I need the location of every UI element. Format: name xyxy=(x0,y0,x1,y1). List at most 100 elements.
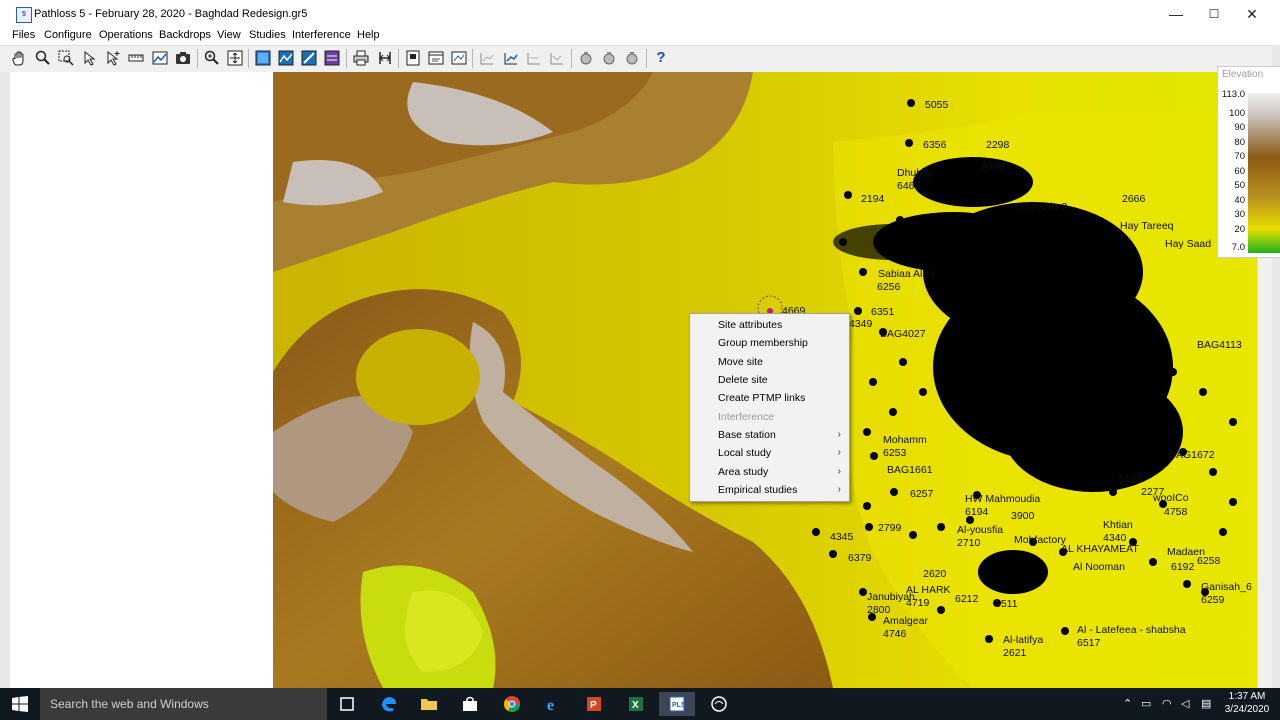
legend-tick: 100 xyxy=(1229,108,1245,119)
start-button[interactable] xyxy=(0,688,40,720)
minimize-button[interactable]: — xyxy=(1157,0,1195,28)
menu-item-label: Create PTMP links xyxy=(718,392,806,404)
menu-files[interactable]: Files xyxy=(12,29,35,41)
chrome-icon[interactable] xyxy=(494,692,530,716)
link-icon[interactable] xyxy=(377,50,393,66)
site-label: 4719 xyxy=(906,597,930,609)
menu-help[interactable]: Help xyxy=(357,29,380,41)
layer-2-icon[interactable] xyxy=(503,50,519,66)
zoom-window-icon[interactable] xyxy=(58,50,74,66)
chevron-up-icon[interactable]: ⌃ xyxy=(1123,697,1132,710)
site-label: 4758 xyxy=(1164,506,1188,518)
zoom-in-icon[interactable] xyxy=(204,50,220,66)
site-label: 2298 xyxy=(986,139,1010,151)
menu-operations[interactable]: Operations xyxy=(99,29,153,41)
menu-item-label: Group membership xyxy=(718,337,808,349)
pan-hand-icon[interactable] xyxy=(11,50,27,66)
svg-text:P: P xyxy=(590,700,597,711)
menu-configure[interactable]: Configure xyxy=(44,29,92,41)
menu-backdrops[interactable]: Backdrops xyxy=(159,29,211,41)
submenu-arrow-icon: › xyxy=(837,466,841,477)
toolbar-separator xyxy=(472,49,473,68)
menu-item-area-study[interactable]: Area study › xyxy=(690,463,849,481)
wifi-icon[interactable]: ◠ xyxy=(1162,697,1172,710)
edge-icon[interactable] xyxy=(371,692,407,716)
taskbar-clock[interactable]: 1:37 AM 3/24/2020 xyxy=(1222,690,1272,716)
menu-interference[interactable]: Interference xyxy=(292,29,351,41)
taskbar-search-box[interactable]: Search the web and Windows xyxy=(40,688,327,720)
volume-icon[interactable]: ◁ xyxy=(1181,697,1189,710)
site-label: 6194 xyxy=(965,506,989,518)
site-label: 2277 xyxy=(1141,486,1165,498)
site-label: Madaen xyxy=(1167,546,1205,558)
layer-4-icon[interactable] xyxy=(549,50,565,66)
title-bar: 5 Pathloss 5 - February 28, 2020 - Baghd… xyxy=(0,0,1280,28)
store-icon[interactable] xyxy=(452,692,488,716)
pathloss-icon[interactable]: PL5 xyxy=(659,692,695,716)
layer-3-icon[interactable] xyxy=(526,50,542,66)
menu-item-group-membership[interactable]: Group membership xyxy=(690,334,849,352)
menu-item-site-attributes[interactable]: Site attributes xyxy=(690,316,849,334)
legend-tick: 40 xyxy=(1234,195,1245,206)
site-label: Al Nooman xyxy=(1073,561,1125,573)
clock-time: 1:37 AM xyxy=(1228,691,1266,702)
site-label: Al-yousfia xyxy=(957,524,1004,536)
camera-icon[interactable] xyxy=(175,50,191,66)
group-1-icon[interactable] xyxy=(578,50,594,66)
elevation-map-icon[interactable] xyxy=(255,50,271,66)
legend-tick: 7.0 xyxy=(1231,242,1245,253)
group-3-icon[interactable] xyxy=(624,50,640,66)
layer-1-icon[interactable] xyxy=(479,50,495,66)
menu-item-label: Interference xyxy=(718,411,775,423)
app-icon[interactable]: 5 xyxy=(16,7,32,23)
elevation-legend[interactable]: Elevation 113.0 100 90 80 70 60 50 40 30… xyxy=(1217,66,1280,258)
legend-tick: 20 xyxy=(1234,224,1245,235)
menu-item-delete-site[interactable]: Delete site xyxy=(690,371,849,389)
print-icon[interactable] xyxy=(353,50,369,66)
link-list-icon[interactable] xyxy=(451,50,467,66)
network-icon[interactable] xyxy=(428,50,444,66)
menu-item-create-ptmp-links[interactable]: Create PTMP links xyxy=(690,389,849,407)
legend-tick: 70 xyxy=(1234,151,1245,162)
site-list-icon[interactable] xyxy=(405,50,421,66)
menu-item-local-study[interactable]: Local study › xyxy=(690,444,849,462)
menu-item-interference: Interference xyxy=(690,408,849,426)
zoom-icon[interactable] xyxy=(35,50,51,66)
menu-item-empirical-studies[interactable]: Empirical studies › xyxy=(690,481,849,499)
menu-view[interactable]: View xyxy=(217,29,241,41)
battery-icon[interactable]: ▭ xyxy=(1141,697,1151,710)
ie-icon[interactable]: e xyxy=(535,692,571,716)
select-plus-icon[interactable] xyxy=(105,50,121,66)
site-label: 2799 xyxy=(878,522,902,534)
select-arrow-icon[interactable] xyxy=(82,50,98,66)
excel-icon[interactable]: X xyxy=(618,692,654,716)
file-explorer-icon[interactable] xyxy=(411,692,447,716)
menu-item-base-station[interactable]: Base station › xyxy=(690,426,849,444)
zoom-extents-icon[interactable] xyxy=(227,50,243,66)
terrain-map-icon[interactable] xyxy=(278,50,294,66)
legend-color-ramp xyxy=(1248,93,1280,253)
powerpoint-icon[interactable]: P xyxy=(576,692,612,716)
site-label: Mohfactory xyxy=(1014,534,1066,546)
site-label: 2621 xyxy=(1003,647,1027,659)
site-label: 5511 xyxy=(995,598,1018,610)
site-label: 6192 xyxy=(1171,561,1195,573)
ruler-icon[interactable] xyxy=(128,50,144,66)
site-label: 6257 xyxy=(910,488,934,500)
group-2-icon[interactable] xyxy=(601,50,617,66)
contour-map-icon[interactable] xyxy=(324,50,340,66)
menu-item-move-site[interactable]: Move site xyxy=(690,353,849,371)
profile-icon[interactable] xyxy=(152,50,168,66)
menu-studies[interactable]: Studies xyxy=(249,29,286,41)
notification-icon[interactable]: ▤ xyxy=(1201,697,1211,710)
site-label: AL KHAYAMEAT xyxy=(1061,543,1139,555)
clutter-map-icon[interactable] xyxy=(301,50,317,66)
circle-app-icon[interactable] xyxy=(701,692,737,716)
toolbar: ? xyxy=(0,45,1272,73)
close-button[interactable]: ✕ xyxy=(1233,0,1271,28)
task-view-icon[interactable] xyxy=(329,692,365,716)
toolbar-separator xyxy=(197,49,198,68)
windows-logo-icon xyxy=(12,696,28,712)
help-icon[interactable]: ? xyxy=(653,50,669,66)
maximize-button[interactable]: ☐ xyxy=(1195,0,1233,28)
